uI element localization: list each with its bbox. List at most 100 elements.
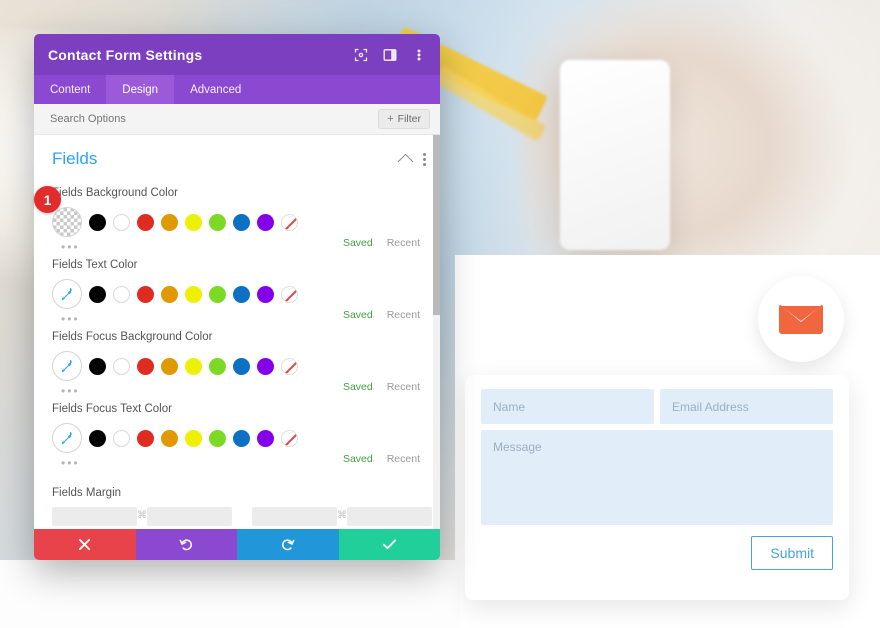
link-icon[interactable]: ⌘ (137, 507, 147, 521)
swatch-purple[interactable] (257, 429, 274, 447)
link-icon[interactable]: ⌘ (337, 507, 347, 521)
step-badge: 1 (34, 186, 61, 213)
swatch-green[interactable] (209, 213, 226, 231)
check-icon (382, 539, 396, 550)
modal-title: Contact Form Settings (48, 46, 203, 63)
tab-design[interactable]: Design (106, 75, 175, 104)
option-label: Fields Text Color (52, 259, 138, 271)
save-button[interactable] (338, 529, 440, 560)
swatch-yellow[interactable] (185, 357, 202, 375)
option-label: Fields Margin (52, 487, 122, 499)
swatch-purple[interactable] (257, 213, 274, 231)
swatch-red[interactable] (137, 285, 154, 303)
color-picker-button[interactable] (52, 423, 82, 453)
color-picker-button[interactable] (52, 207, 82, 237)
option-fields-focus-text-color: Fields Focus Text Color ••• Saved Recent (34, 403, 440, 469)
eyedropper-icon (61, 359, 72, 372)
margin-right-input[interactable] (347, 507, 432, 526)
swatch-none[interactable] (281, 429, 298, 447)
swatch-black[interactable] (89, 429, 106, 447)
expand-icon[interactable] (353, 47, 368, 62)
swatch-orange[interactable] (161, 357, 178, 375)
swatch-white[interactable] (113, 357, 130, 375)
filter-button[interactable]: + Filter (378, 109, 430, 129)
swatch-yellow[interactable] (185, 429, 202, 447)
swatch-white[interactable] (113, 213, 130, 231)
swatch-none[interactable] (281, 285, 298, 303)
eyedropper-icon (61, 287, 72, 300)
swatch-red[interactable] (137, 357, 154, 375)
saved-label[interactable]: Saved (343, 453, 373, 465)
tab-content[interactable]: Content (34, 75, 106, 104)
chevron-up-icon[interactable] (397, 153, 414, 169)
undo-button[interactable] (135, 529, 237, 560)
option-fields-background-color: Fields Background Color ••• Saved Recent (34, 187, 440, 253)
swatch-row (52, 207, 422, 237)
layout-icon[interactable] (382, 47, 397, 62)
swatch-none[interactable] (281, 213, 298, 231)
swatch-purple[interactable] (257, 285, 274, 303)
swatch-blue[interactable] (233, 429, 250, 447)
swatch-blue[interactable] (233, 357, 250, 375)
section-title: Fields (52, 149, 98, 168)
email-field[interactable]: Email Address (660, 389, 833, 424)
swatch-orange[interactable] (161, 429, 178, 447)
search-input[interactable] (48, 112, 371, 126)
recent-label[interactable]: Recent (387, 309, 420, 321)
cancel-button[interactable] (34, 529, 136, 560)
swatch-orange[interactable] (161, 285, 178, 303)
swatch-green[interactable] (209, 429, 226, 447)
swatch-yellow[interactable] (185, 213, 202, 231)
saved-label[interactable]: Saved (343, 381, 373, 393)
option-label: Fields Focus Background Color (52, 331, 213, 343)
kebab-menu-icon[interactable] (411, 47, 426, 62)
swatch-blue[interactable] (233, 285, 250, 303)
swatch-orange[interactable] (161, 213, 178, 231)
swatch-blue[interactable] (233, 213, 250, 231)
swatch-row (52, 423, 422, 453)
envelope-icon-badge (758, 276, 844, 362)
swatch-yellow[interactable] (185, 285, 202, 303)
recent-label[interactable]: Recent (387, 381, 420, 393)
option-fields-text-color: Fields Text Color ••• Saved Recent (34, 259, 440, 325)
option-fields-focus-background-color: Fields Focus Background Color ••• Saved … (34, 331, 440, 397)
swatch-none[interactable] (281, 357, 298, 375)
redo-button[interactable] (237, 529, 339, 560)
scrollbar-thumb[interactable] (433, 135, 440, 315)
color-picker-button[interactable] (52, 279, 82, 309)
margin-left-input[interactable] (252, 507, 337, 526)
message-field[interactable]: Message (481, 430, 833, 525)
swatch-black[interactable] (89, 357, 106, 375)
saved-label[interactable]: Saved (343, 237, 373, 249)
options-scroll-area: Fields Fields Background Color ••• Saved… (34, 135, 440, 529)
recent-label[interactable]: Recent (387, 237, 420, 249)
swatch-purple[interactable] (257, 357, 274, 375)
swatch-green[interactable] (209, 285, 226, 303)
swatch-black[interactable] (89, 285, 106, 303)
name-placeholder: Name (493, 399, 526, 414)
swatch-red[interactable] (137, 213, 154, 231)
swatch-black[interactable] (89, 213, 106, 231)
saved-label[interactable]: Saved (343, 309, 373, 321)
kebab-menu-icon[interactable] (423, 152, 426, 166)
swatch-green[interactable] (209, 357, 226, 375)
option-label: Fields Background Color (52, 187, 178, 199)
submit-button[interactable]: Submit (751, 536, 833, 570)
tab-advanced[interactable]: Advanced (174, 75, 257, 104)
close-icon (79, 538, 91, 551)
fields-section-header: Fields (34, 135, 440, 177)
margin-top-input[interactable] (52, 507, 137, 526)
margin-bottom-input[interactable] (147, 507, 232, 526)
swatch-white[interactable] (113, 285, 130, 303)
scrollbar-track[interactable] (433, 135, 440, 529)
envelope-icon (779, 304, 823, 334)
modal-tabs: Content Design Advanced (34, 75, 440, 104)
name-field[interactable]: Name (481, 389, 654, 424)
swatch-white[interactable] (113, 429, 130, 447)
swatch-red[interactable] (137, 429, 154, 447)
contact-form-row: Name Email Address (481, 389, 833, 424)
eyedropper-icon (61, 431, 72, 444)
recent-label[interactable]: Recent (387, 453, 420, 465)
search-bar: + Filter (34, 104, 440, 135)
color-picker-button[interactable] (52, 351, 82, 381)
